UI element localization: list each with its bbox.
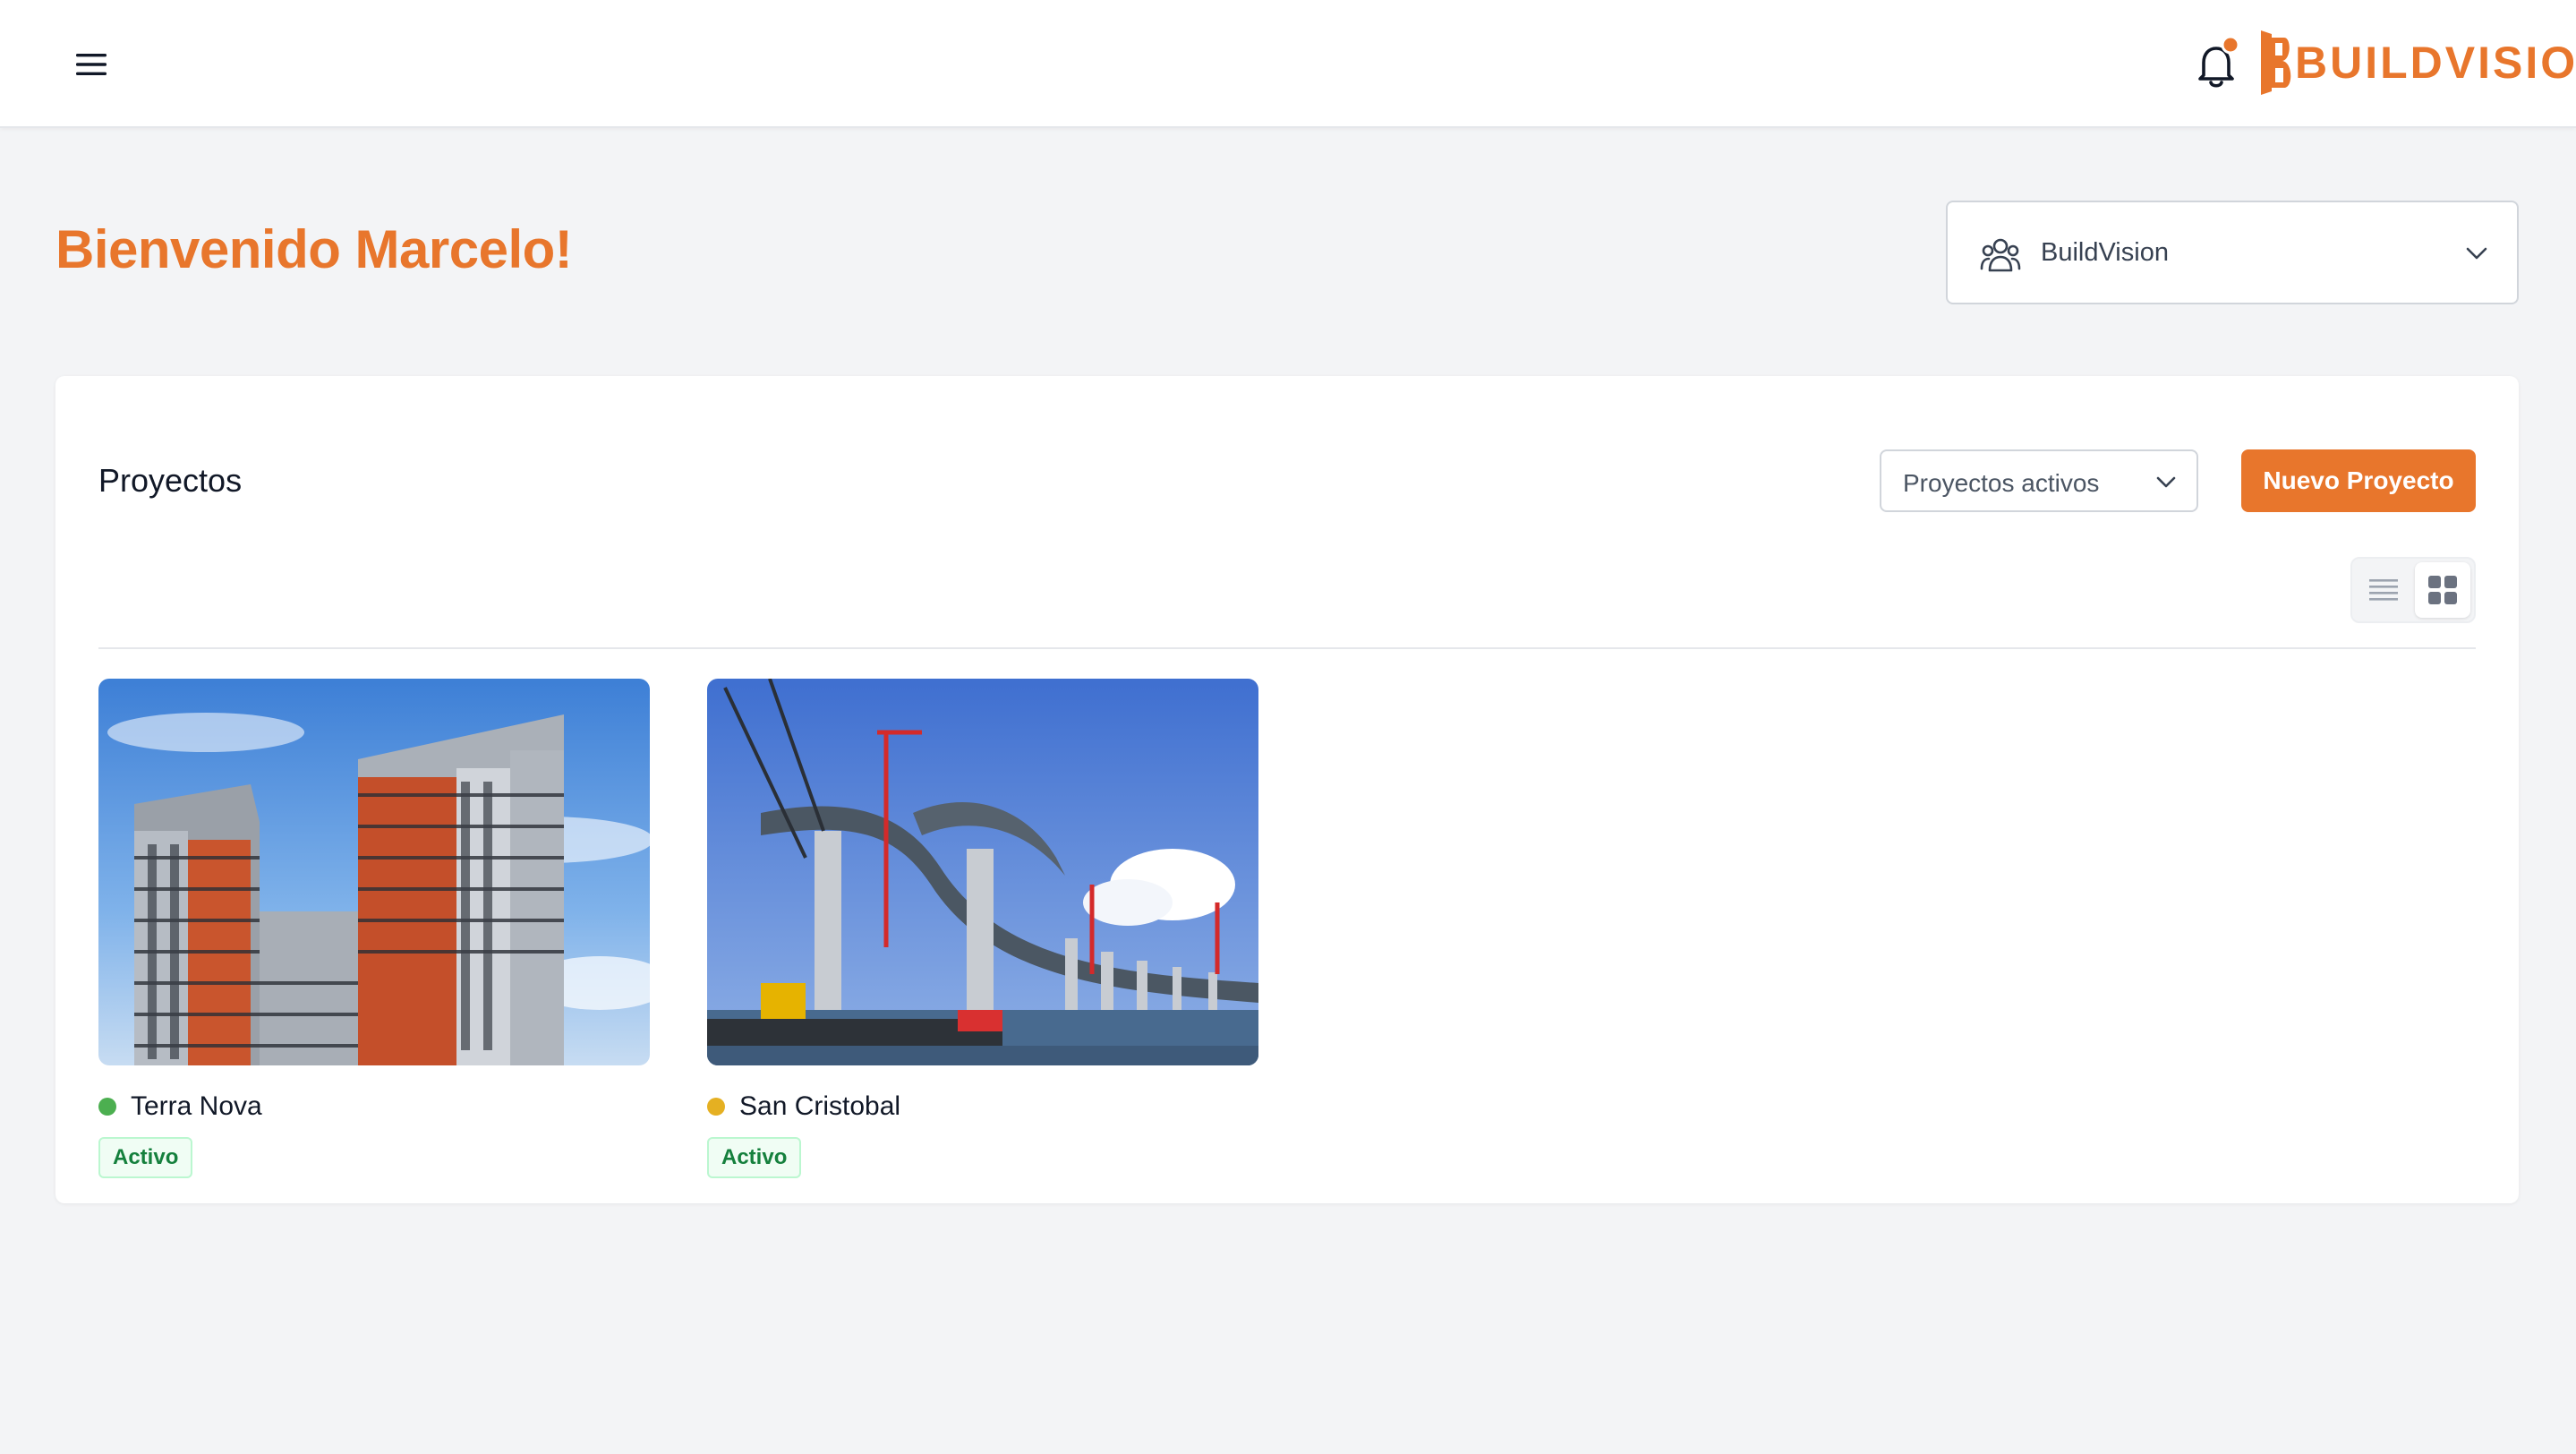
bell-icon[interactable]	[2191, 35, 2243, 93]
divider	[98, 647, 2476, 649]
new-project-button[interactable]: Nuevo Proyecto	[2241, 449, 2476, 512]
brand-logo[interactable]: BUILDVISION	[2259, 27, 2576, 98]
users-icon	[1980, 238, 2021, 272]
projects-card: Proyectos Proyectos activos Nuevo Proyec…	[55, 376, 2519, 1203]
organization-name: BuildVision	[2041, 238, 2169, 267]
residential-tower-photo[interactable]	[98, 679, 650, 1065]
list-view-icon[interactable]	[2356, 562, 2411, 618]
view-mode-toggle	[2350, 557, 2476, 623]
status-badge: Activo	[98, 1137, 193, 1178]
organization-select[interactable]: BuildVision	[1946, 201, 2519, 304]
chevron-down-icon	[2466, 247, 2487, 260]
brand-name: BUILDVISION	[2295, 38, 2576, 88]
chevron-down-icon	[2156, 476, 2176, 488]
grid-view-icon[interactable]	[2415, 562, 2470, 618]
bridge-construction-photo[interactable]	[707, 679, 1258, 1065]
top-bar: BUILDVISION	[0, 0, 2576, 128]
project-name-row: San Cristobal	[707, 1089, 900, 1125]
project-filter-label: Proyectos activos	[1903, 469, 2100, 497]
projects-title: Proyectos	[98, 462, 243, 499]
project-filter-select[interactable]: Proyectos activos	[1880, 449, 2198, 512]
project-card-terra-nova[interactable]: Terra Nova Activo	[98, 679, 650, 1178]
logo-mark-icon	[2261, 30, 2291, 95]
status-badge: Activo	[707, 1137, 802, 1178]
project-name-row: Terra Nova	[98, 1089, 262, 1125]
project-name: Terra Nova	[131, 1091, 262, 1121]
project-card-san-cristobal[interactable]: San Cristobal Activo	[707, 679, 1258, 1178]
project-name: San Cristobal	[739, 1091, 901, 1121]
status-dot	[707, 1098, 725, 1116]
hamburger-menu-icon[interactable]	[66, 45, 116, 84]
page-title: Bienvenido Marcelo!	[55, 219, 573, 279]
status-dot	[98, 1098, 116, 1116]
